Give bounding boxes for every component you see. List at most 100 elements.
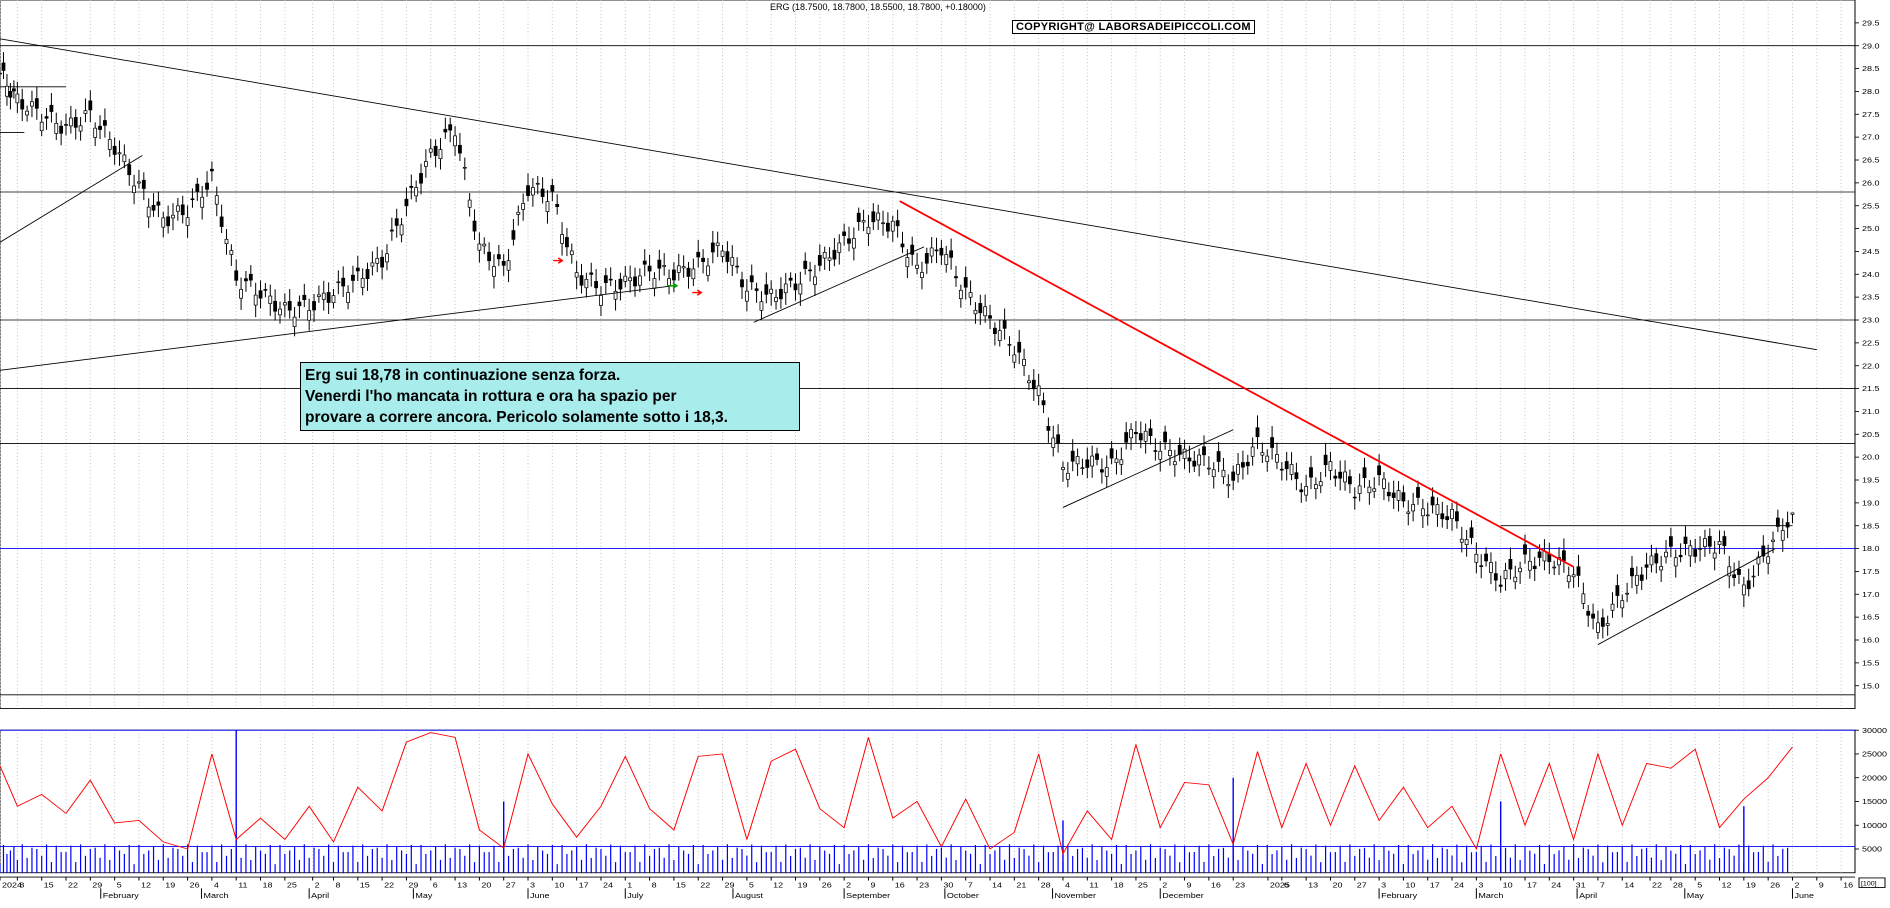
x-tick-label: 2: [1794, 880, 1799, 889]
candle-body: [686, 267, 691, 277]
x-tick-label: 27: [1357, 880, 1367, 889]
candle-body: [49, 104, 54, 112]
x-tick-label: 2: [846, 880, 851, 889]
x-tick-label: 3: [1478, 880, 1483, 889]
x-tick-label: 3: [1381, 880, 1386, 889]
x-tick-label: 27: [506, 880, 516, 889]
candle-body: [355, 267, 360, 272]
candle-body: [54, 123, 59, 134]
x-tick-label: 21: [1016, 880, 1026, 889]
candle-body: [1172, 461, 1177, 466]
candle-body: [137, 181, 141, 184]
candle-body: [589, 272, 594, 275]
candle-body: [662, 265, 667, 267]
candle-body: [1386, 491, 1391, 497]
candle-body: [68, 117, 73, 127]
x-tick-label: 15: [360, 880, 370, 889]
candle-body: [467, 199, 472, 208]
price-tick-label: 24.5: [1862, 247, 1880, 256]
candle-body: [1416, 487, 1420, 498]
candle-body: [1027, 380, 1031, 384]
volume-panel-frame: [0, 729, 1856, 874]
candle-body: [1275, 454, 1279, 463]
candle-body: [1566, 575, 1571, 583]
candle-body: [769, 288, 774, 294]
month-label: June: [530, 890, 550, 899]
candle-body: [103, 120, 107, 126]
candle-body: [414, 187, 419, 197]
price-tick-label: 16.0: [1862, 635, 1880, 644]
candle-body: [1527, 560, 1532, 571]
candle-body: [433, 145, 438, 156]
x-tick-label: 2: [1162, 880, 1167, 889]
candle-body: [1270, 437, 1274, 448]
candle-body: [492, 266, 496, 277]
x-tick-label: 9: [1819, 880, 1824, 889]
candle-body: [740, 279, 744, 288]
candle-body: [1070, 450, 1075, 462]
price-tick-label: 27.0: [1862, 132, 1880, 141]
candle-body: [1090, 455, 1095, 467]
trendline: [0, 38, 1817, 351]
candle-body: [1119, 459, 1124, 465]
candle-body: [1771, 539, 1775, 542]
candle-body: [963, 277, 968, 288]
candle-body: [1197, 454, 1202, 466]
candle-body: [1343, 471, 1347, 483]
candle-body: [511, 230, 516, 240]
candle-body: [360, 278, 365, 288]
candle-body: [599, 295, 603, 306]
month-label: May: [415, 890, 433, 899]
candle-body: [701, 257, 705, 262]
x-tick-label: 15: [676, 880, 686, 889]
candle-body: [1226, 484, 1231, 487]
candle-body: [1639, 574, 1644, 581]
candle-body: [1508, 559, 1513, 570]
candle-body: [603, 275, 608, 283]
candle-body: [1299, 489, 1304, 493]
candle-body: [399, 224, 404, 236]
price-tick-label: 18.0: [1862, 544, 1880, 553]
month-label: September: [846, 890, 890, 899]
candle-body: [166, 216, 171, 227]
candle-body: [1644, 564, 1649, 568]
candle-body: [1279, 468, 1284, 471]
candle-body: [545, 201, 550, 212]
candle-body: [1051, 437, 1056, 448]
x-tick-label: 16: [895, 880, 905, 889]
x-tick-label: 2: [315, 880, 320, 889]
red-trendline: [899, 200, 1575, 568]
month-label: July: [627, 890, 644, 899]
candle-body: [1075, 456, 1080, 465]
candle-body: [15, 93, 20, 104]
candle-body: [292, 316, 297, 327]
x-tick-label: 10: [1503, 880, 1513, 889]
candle-body: [1294, 472, 1299, 480]
candle-body: [1737, 568, 1741, 575]
price-tick-label: 17.5: [1862, 567, 1880, 576]
candle-body: [988, 315, 992, 319]
x-tick-label: 8: [652, 880, 657, 889]
price-tick-label: 29.0: [1862, 41, 1880, 50]
candle-body: [205, 182, 209, 190]
candle-body: [555, 203, 560, 208]
x-tick-label: 26: [822, 880, 832, 889]
price-tick-label: 25.5: [1862, 201, 1880, 210]
candle-body: [856, 212, 861, 222]
candle-body: [453, 135, 457, 147]
candle-body: [715, 242, 720, 246]
candle-body: [448, 124, 453, 131]
candle-body: [122, 154, 127, 163]
candle-body: [1620, 600, 1625, 609]
candle-body: [954, 276, 958, 279]
candle-body: [268, 295, 273, 304]
candle-body: [1596, 622, 1600, 633]
candle-body: [287, 300, 292, 311]
candle-body: [1065, 472, 1070, 480]
candle-body: [1372, 488, 1377, 492]
candle-body: [312, 301, 316, 311]
x-tick-label: 1: [627, 880, 632, 889]
candle-body: [1231, 471, 1236, 481]
candle-body: [423, 161, 428, 167]
candle-body: [565, 237, 569, 248]
